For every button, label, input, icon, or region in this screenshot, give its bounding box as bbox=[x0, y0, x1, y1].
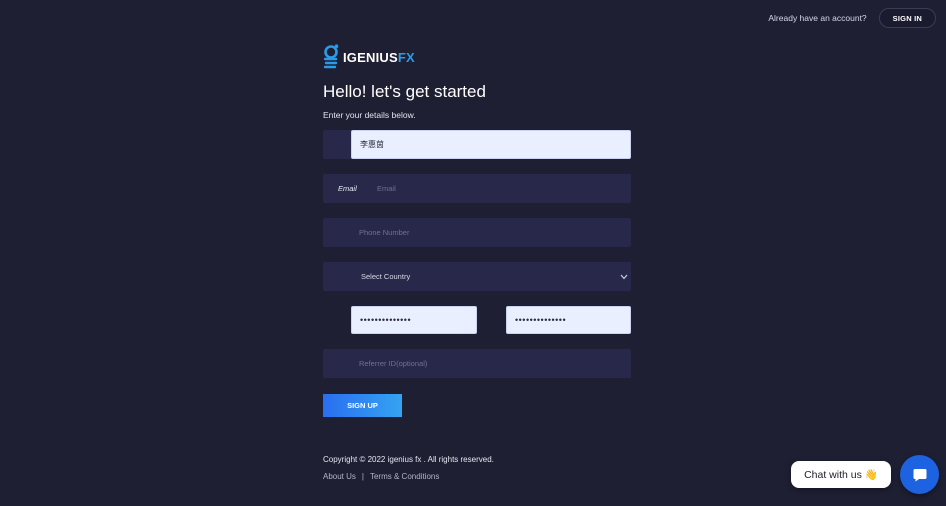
chevron-down-icon bbox=[620, 262, 628, 291]
wave-icon: 👋 bbox=[864, 469, 878, 481]
phone-input[interactable]: Phone Number bbox=[359, 218, 409, 247]
country-select-value: Select Country bbox=[361, 272, 411, 281]
page-subtitle: Enter your details below. bbox=[323, 110, 416, 120]
brand-name-accent: FX bbox=[397, 49, 415, 65]
chat-prompt-label: Chat with us bbox=[804, 468, 862, 481]
chat-prompt[interactable]: Chat with us 👋 bbox=[791, 461, 891, 488]
confirm-password-input[interactable]: •••••••••••••• bbox=[506, 306, 631, 334]
brand-logo: IGENIUSFX bbox=[323, 44, 631, 70]
top-bar: Already have an account? SIGN IN bbox=[768, 8, 936, 28]
chat-bubble-icon bbox=[913, 468, 926, 481]
about-us-link[interactable]: About Us bbox=[323, 472, 356, 481]
referrer-row[interactable]: Referrer ID(optional) bbox=[323, 349, 631, 378]
footer-links: About Us | Terms & Conditions bbox=[323, 472, 631, 481]
name-input[interactable]: 李惠茵 bbox=[351, 130, 631, 159]
brand-name: IGENIUSFX bbox=[343, 50, 415, 65]
igenius-logo-icon bbox=[323, 44, 339, 69]
page-title: Hello! let's get started bbox=[323, 82, 486, 101]
sign-up-button[interactable]: SIGN UP bbox=[323, 394, 402, 417]
footer-separator: | bbox=[361, 472, 364, 481]
name-row: 李惠茵 bbox=[323, 130, 631, 159]
brand-name-main: IGENIUS bbox=[343, 49, 398, 65]
referrer-input[interactable]: Referrer ID(optional) bbox=[359, 349, 427, 378]
chat-launcher-button[interactable] bbox=[900, 455, 939, 494]
password-row: •••••••••••••• •••••••••••••• bbox=[323, 306, 631, 334]
email-label: Email bbox=[338, 184, 357, 193]
country-select[interactable]: Select Country bbox=[323, 262, 631, 291]
password-input[interactable]: •••••••••••••• bbox=[351, 306, 477, 334]
copyright-text: Copyright © 2022 igenius fx . All rights… bbox=[323, 455, 494, 464]
signup-form: IGENIUSFX Hello! let's get started Enter… bbox=[323, 44, 631, 481]
terms-link[interactable]: Terms & Conditions bbox=[370, 472, 439, 481]
account-question: Already have an account? bbox=[768, 13, 867, 23]
email-input[interactable]: Email bbox=[377, 174, 396, 203]
email-row[interactable]: Email Email bbox=[323, 174, 631, 203]
sign-in-button[interactable]: SIGN IN bbox=[878, 8, 936, 28]
phone-row[interactable]: Phone Number bbox=[323, 218, 631, 247]
